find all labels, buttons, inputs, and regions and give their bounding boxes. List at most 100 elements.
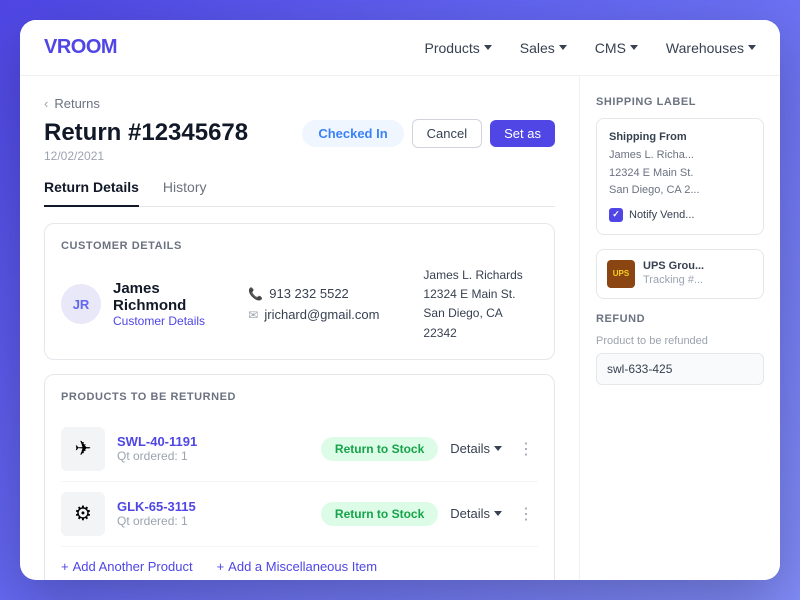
add-misc-link[interactable]: + Add a Miscellaneous Item — [217, 559, 377, 574]
notify-checkbox[interactable] — [609, 208, 623, 222]
tab-return-details[interactable]: Return Details — [44, 179, 139, 207]
breadcrumb: ‹ Returns — [44, 96, 555, 111]
nav-label-warehouses: Warehouses — [666, 40, 744, 56]
nav-item-sales[interactable]: Sales — [520, 40, 567, 56]
notify-vendor-label: Notify Vend... — [629, 209, 694, 221]
tab-return-details-label: Return Details — [44, 179, 139, 195]
address-city: San Diego, CA 22342 — [423, 304, 538, 342]
return-stock-button-1[interactable]: Return to Stock — [321, 502, 438, 526]
shipping-name: James L. Richa... — [609, 147, 751, 165]
products-card: PRODUCTS TO BE RETURNED ✈ SWL-40-1191 Qt… — [44, 374, 555, 580]
ups-info: UPS Grou... Tracking #... — [643, 260, 704, 286]
chevron-down-icon — [494, 446, 502, 451]
chevron-down-icon — [484, 45, 492, 50]
ups-carrier-row: UPS UPS Grou... Tracking #... — [596, 249, 764, 299]
nav-item-cms[interactable]: CMS — [595, 40, 638, 56]
add-links: + Add Another Product + Add a Miscellane… — [61, 547, 538, 574]
chevron-down-icon — [559, 45, 567, 50]
email-icon: ✉ — [248, 308, 258, 322]
header-actions: Checked In Cancel Set as — [302, 119, 555, 148]
customer-name-section: James Richmond Customer Details — [113, 280, 236, 328]
product-info-0: SWL-40-1191 Qt ordered: 1 — [117, 434, 309, 463]
details-label-1: Details — [450, 506, 490, 521]
navbar: VROOM Products Sales CMS Warehouses — [20, 20, 780, 76]
phone-icon: 📞 — [248, 287, 263, 301]
breadcrumb-parent[interactable]: Returns — [54, 96, 100, 111]
refund-section: REFUND Product to be refunded swl-633-42… — [596, 313, 764, 385]
customer-details-link[interactable]: Customer Details — [113, 314, 236, 328]
more-options-0[interactable]: ⋮ — [514, 439, 538, 459]
product-thumb-0: ✈ — [61, 427, 105, 471]
product-row: ⚙ GLK-65-3115 Qt ordered: 1 Return to St… — [61, 482, 538, 547]
details-label-0: Details — [450, 441, 490, 456]
logo: VROOM — [44, 36, 117, 59]
notify-row: Notify Vend... — [609, 208, 751, 222]
address-line1: 12324 E Main St. — [423, 285, 538, 304]
product-qty-0: Qt ordered: 1 — [117, 449, 309, 463]
page-date: 12/02/2021 — [44, 149, 248, 163]
breadcrumb-chevron-icon: ‹ — [44, 96, 48, 111]
product-icon-1: ⚙ — [74, 501, 92, 526]
nav-label-sales: Sales — [520, 40, 555, 56]
logo-text: VROOM — [44, 36, 117, 58]
customer-address: James L. Richards 12324 E Main St. San D… — [423, 266, 538, 343]
page-title: Return #12345678 — [44, 119, 248, 147]
customer-details-title: CUSTOMER DETAILS — [61, 240, 538, 252]
product-info-1: GLK-65-3115 Qt ordered: 1 — [117, 499, 309, 528]
plus-icon-misc: + — [217, 559, 225, 574]
more-options-1[interactable]: ⋮ — [514, 504, 538, 524]
product-thumb-1: ⚙ — [61, 492, 105, 536]
address-name: James L. Richards — [423, 266, 538, 285]
carrier-tracking: Tracking #... — [643, 274, 704, 286]
tab-history[interactable]: History — [163, 179, 207, 207]
add-product-link[interactable]: + Add Another Product — [61, 559, 193, 574]
shipping-from-title: Shipping From — [609, 131, 751, 143]
nav-items: Products Sales CMS Warehouses — [425, 40, 756, 56]
plus-icon-product: + — [61, 559, 69, 574]
nav-label-products: Products — [425, 40, 480, 56]
avatar-initials: JR — [73, 297, 90, 312]
product-qty-1: Qt ordered: 1 — [117, 514, 309, 528]
customer-contact: 📞 913 232 5522 ✉ jrichard@gmail.com — [248, 286, 379, 322]
refund-subtitle: Product to be refunded — [596, 335, 764, 347]
add-product-label: Add Another Product — [73, 559, 193, 574]
chevron-down-icon — [630, 45, 638, 50]
ups-logo-text: UPS — [613, 269, 629, 278]
phone-item: 📞 913 232 5522 — [248, 286, 379, 301]
page-header: Return #12345678 12/02/2021 Checked In C… — [44, 119, 555, 163]
email-address: jrichard@gmail.com — [264, 307, 379, 322]
details-button-1[interactable]: Details — [450, 506, 502, 521]
carrier-name: UPS Grou... — [643, 260, 704, 272]
set-as-button[interactable]: Set as — [490, 120, 555, 147]
nav-item-products[interactable]: Products — [425, 40, 492, 56]
app-window: VROOM Products Sales CMS Warehouses — [20, 20, 780, 580]
tab-history-label: History — [163, 179, 207, 195]
left-panel: ‹ Returns Return #12345678 12/02/2021 Ch… — [20, 76, 580, 580]
customer-details-card: CUSTOMER DETAILS JR James Richmond Custo… — [44, 223, 555, 360]
chevron-down-icon — [494, 511, 502, 516]
shipping-from-address: James L. Richa... 12324 E Main St. San D… — [609, 147, 751, 200]
shipping-address1: 12324 E Main St. — [609, 165, 751, 183]
right-panel: SHIPPING LABEL Shipping From James L. Ri… — [580, 76, 780, 580]
nav-item-warehouses[interactable]: Warehouses — [666, 40, 756, 56]
email-item: ✉ jrichard@gmail.com — [248, 307, 379, 322]
avatar: JR — [61, 284, 101, 324]
details-button-0[interactable]: Details — [450, 441, 502, 456]
phone-number: 913 232 5522 — [269, 286, 349, 301]
tabs: Return Details History — [44, 179, 555, 207]
refund-item: swl-633-425 — [596, 353, 764, 385]
product-row: ✈ SWL-40-1191 Qt ordered: 1 Return to St… — [61, 417, 538, 482]
customer-name: James Richmond — [113, 280, 236, 314]
product-sku-1[interactable]: GLK-65-3115 — [117, 499, 309, 514]
chevron-down-icon — [748, 45, 756, 50]
return-stock-button-0[interactable]: Return to Stock — [321, 437, 438, 461]
shipping-city: San Diego, CA 2... — [609, 182, 751, 200]
shipping-label-title: SHIPPING LABEL — [596, 96, 764, 108]
cancel-button[interactable]: Cancel — [412, 119, 482, 148]
add-misc-label: Add a Miscellaneous Item — [228, 559, 377, 574]
main-content: ‹ Returns Return #12345678 12/02/2021 Ch… — [20, 76, 780, 580]
customer-row: JR James Richmond Customer Details 📞 913… — [61, 266, 538, 343]
ups-logo: UPS — [607, 260, 635, 288]
product-sku-0[interactable]: SWL-40-1191 — [117, 434, 309, 449]
checked-in-button[interactable]: Checked In — [302, 120, 403, 147]
